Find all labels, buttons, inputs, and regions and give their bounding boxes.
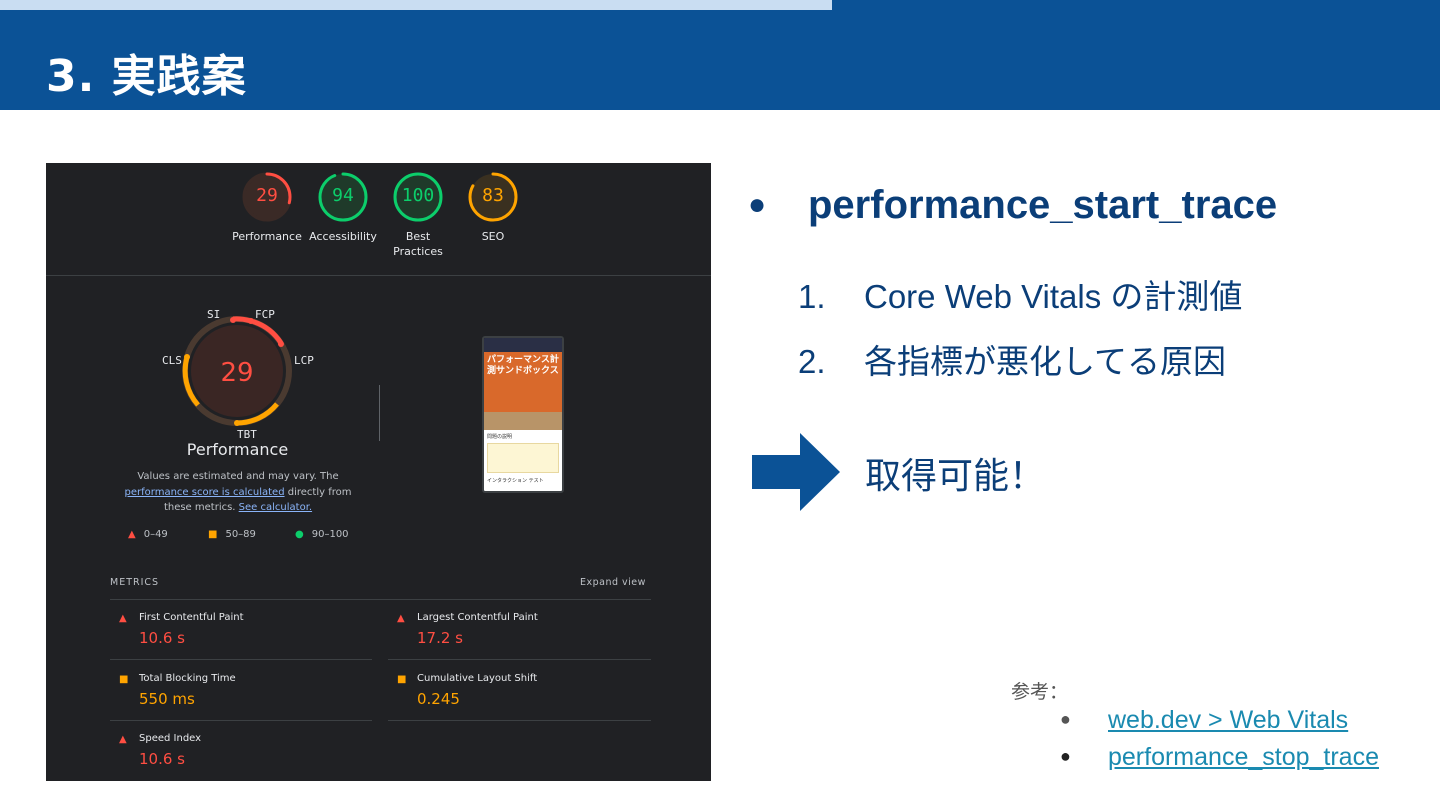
triangle-icon: ▲: [128, 529, 136, 540]
legend-pass: ● 90–100: [295, 529, 349, 540]
reference-item: ● performance_stop_trace: [1060, 743, 1379, 772]
sub-item-1: 1. Core Web Vitals の計測値: [798, 278, 1243, 315]
gauge-label: Best Practices: [393, 230, 443, 258]
reference-label: 参考：: [1011, 682, 1069, 703]
see-calculator-link[interactable]: See calculator.: [239, 502, 312, 513]
expand-view-button[interactable]: Expand view: [580, 577, 646, 588]
page-preview-thumbnail[interactable]: パフォーマンス計測サンドボックス 問題の説明 インタラクション テスト: [482, 336, 564, 493]
gauge-label: Performance: [232, 230, 302, 243]
gauge-score: 29: [256, 185, 278, 206]
arrow-right-icon: [752, 433, 840, 511]
preview-section-title-2: インタラクション テスト: [487, 478, 544, 484]
square-icon: ■: [397, 674, 407, 685]
square-icon: ■: [208, 529, 218, 540]
gauge-label: Accessibility: [309, 230, 377, 243]
bullet-icon: ●: [1060, 746, 1071, 766]
main-bullet-text: performance_start_trace: [808, 183, 1278, 227]
bullet-icon: ●: [748, 188, 767, 221]
gauge-accessibility[interactable]: 94 Accessibility: [303, 171, 383, 244]
sub-item-2: 2. 各指標が悪化してる原因: [798, 343, 1227, 380]
reference-link-web-vitals[interactable]: web.dev > Web Vitals: [1108, 706, 1348, 734]
radar-label-cls: CLS: [162, 354, 182, 367]
performance-gauge-large: 29: [182, 316, 292, 426]
legend-fail: ▲ 0–49: [128, 529, 168, 540]
gauge-score: 100: [401, 185, 435, 206]
metrics-divider: [110, 599, 651, 600]
metrics-header: METRICS: [110, 577, 160, 588]
radar-label-fcp: FCP: [255, 308, 275, 321]
score-note: Values are estimated and may vary. The p…: [124, 471, 352, 513]
radar-label-si: SI: [207, 308, 221, 321]
header-bar: 3. 実践案: [0, 0, 1440, 110]
triangle-icon: ▲: [119, 734, 127, 745]
reference-item: ● web.dev > Web Vitals: [1060, 706, 1348, 735]
result-text: 取得可能！: [865, 455, 1046, 496]
square-icon: ■: [119, 674, 129, 685]
bullet-icon: ●: [1060, 709, 1071, 729]
gauge-score: 94: [332, 185, 354, 206]
category-gauges: 29 Performance 94 Accessibility 100 Best…: [46, 163, 711, 276]
legend-average: ■ 50–89: [208, 529, 256, 540]
gauge-seo[interactable]: 83 SEO: [453, 171, 533, 244]
performance-title: Performance: [186, 440, 289, 459]
circle-icon: ●: [295, 529, 304, 540]
slide-title: 3. 実践案: [46, 51, 247, 102]
radar-label-lcp: LCP: [294, 354, 314, 367]
score-calculated-link[interactable]: performance score is calculated: [125, 487, 285, 498]
gauge-score: 83: [482, 185, 504, 206]
preview-section-title: 問題の説明: [487, 434, 513, 440]
reference-link-stop-trace[interactable]: performance_stop_trace: [1108, 743, 1379, 771]
gauge-label: SEO: [481, 230, 505, 243]
divider: [379, 385, 380, 441]
gauge-performance[interactable]: 29 Performance: [227, 171, 307, 244]
preview-hero: パフォーマンス計測サンドボックス: [484, 352, 562, 412]
main-score: 29: [220, 358, 253, 388]
main-bullet: ● performance_start_trace: [748, 183, 1277, 228]
lighthouse-report-screenshot: 29 Performance 94 Accessibility 100 Best…: [46, 163, 711, 781]
gauge-best-practices[interactable]: 100 Best Practices: [378, 171, 458, 259]
triangle-icon: ▲: [397, 613, 405, 624]
triangle-icon: ▲: [119, 613, 127, 624]
